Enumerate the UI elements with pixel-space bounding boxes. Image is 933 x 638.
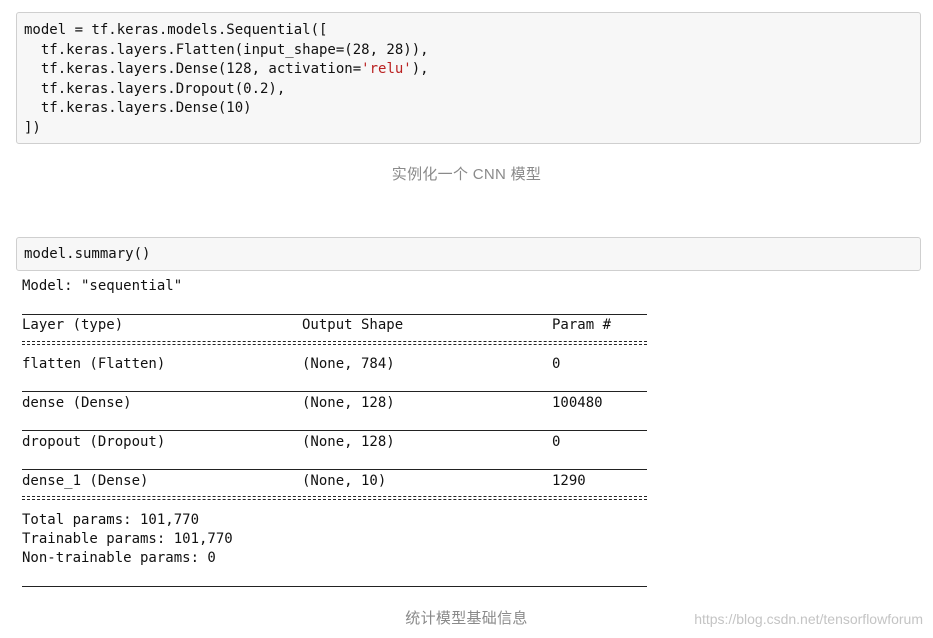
code-cell-model-definition[interactable]: model = tf.keras.models.Sequential([ tf.…: [16, 12, 921, 144]
table-row: dropout (Dropout) (None, 128) 0: [22, 433, 647, 452]
divider: [22, 314, 647, 315]
layer-name: dropout (Dropout): [22, 434, 166, 450]
output-shape: (None, 128): [302, 395, 395, 411]
watermark-url: https://blog.csdn.net/tensorflowforum: [694, 611, 923, 627]
code-line: tf.keras.layers.Dense(10): [24, 100, 252, 117]
param-count: 0: [552, 356, 561, 372]
divider: [22, 430, 647, 431]
param-count: 1290: [552, 473, 586, 489]
layer-name: dense_1 (Dense): [22, 473, 149, 489]
code-line: model = tf.keras.models.Sequential([: [24, 22, 328, 38]
table-header-row: Layer (type) Output Shape Param #: [22, 316, 647, 335]
trainable-params: Trainable params: 101,770: [22, 531, 233, 547]
param-count: 100480: [552, 395, 603, 411]
layer-name: dense (Dense): [22, 395, 132, 411]
table-row: dense (Dense) (None, 128) 100480: [22, 394, 647, 413]
divider: [22, 391, 647, 392]
non-trainable-params: Non-trainable params: 0: [22, 550, 216, 566]
code-line: tf.keras.layers.Flatten(input_shape=(28,…: [24, 41, 429, 58]
table-row: flatten (Flatten) (None, 784) 0: [22, 355, 647, 374]
layer-name: flatten (Flatten): [22, 356, 166, 372]
table-row: dense_1 (Dense) (None, 10) 1290: [22, 472, 647, 491]
code-line: tf.keras.layers.Dropout(0.2),: [24, 80, 286, 97]
divider: [22, 586, 647, 587]
code-text: tf.keras.layers.Dense(128, activation=: [24, 61, 362, 78]
figure-caption: 实例化一个 CNN 模型: [391, 166, 542, 183]
double-divider: [22, 341, 647, 345]
output-shape: (None, 10): [302, 473, 387, 489]
divider: [22, 469, 647, 470]
code-line: ]): [24, 119, 41, 136]
param-count: 0: [552, 434, 561, 450]
header-param-count: Param #: [552, 317, 612, 333]
output-shape: (None, 128): [302, 434, 395, 450]
code-cell-summary[interactable]: model.summary(): [16, 237, 921, 271]
string-literal: 'relu': [361, 61, 412, 78]
output-shape: (None, 784): [302, 356, 395, 372]
code-text: ),: [411, 61, 429, 78]
model-name-line: Model: "sequential": [22, 278, 183, 294]
code-line: tf.keras.layers.Dense(128, activation='r…: [24, 60, 920, 80]
total-params: Total params: 101,770: [22, 512, 200, 528]
double-divider: [22, 496, 647, 500]
header-output-shape: Output Shape: [302, 317, 404, 333]
code-line: model.summary(): [24, 246, 151, 262]
header-layer-type: Layer (type): [22, 317, 124, 333]
